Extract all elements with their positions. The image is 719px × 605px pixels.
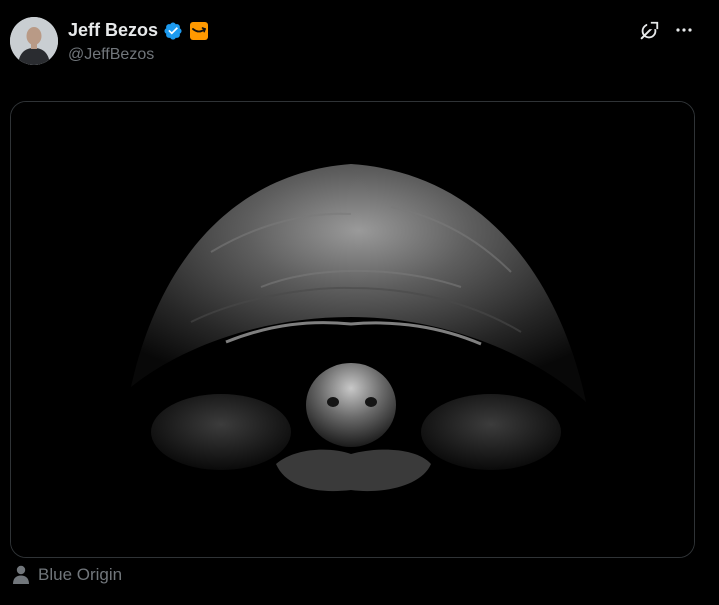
author-handle[interactable]: @JeffBezos [68,46,154,64]
avatar-image [10,17,58,65]
tortoise-photo [11,102,694,557]
author-avatar[interactable] [10,17,58,65]
amazon-affiliation-icon[interactable] [190,21,209,40]
grok-icon[interactable] [638,20,660,42]
author-name-row: Jeff Bezos [68,20,209,41]
tagged-user-label: Blue Origin [38,565,123,584]
post: Jeff Bezos @JeffBezos Blue Origin [0,0,719,605]
person-icon [13,565,29,584]
more-options-icon[interactable] [672,18,696,42]
post-media-photo[interactable] [10,101,695,558]
tagged-user[interactable]: Blue Origin [12,565,122,585]
verified-badge-icon[interactable] [163,21,183,41]
author-display-name[interactable]: Jeff Bezos [68,20,158,41]
